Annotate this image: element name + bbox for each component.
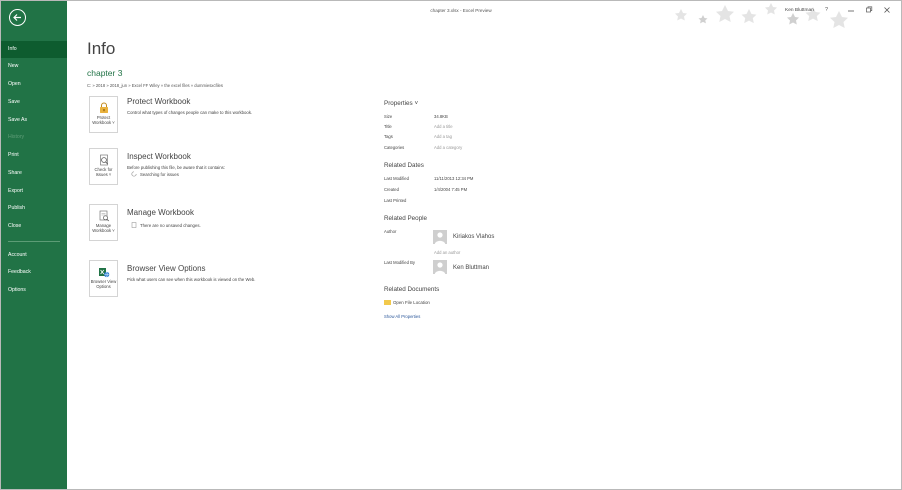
lock-icon	[100, 102, 108, 113]
page-title: Info	[87, 39, 116, 58]
close-window-icon[interactable]	[881, 5, 893, 15]
document-path-breadcrumb[interactable]: C: » 2018 » 2018_jun » Excel FF Wiley » …	[87, 83, 223, 88]
minimize-icon[interactable]	[845, 5, 857, 15]
check-for-issues-button-label: Check for Issues ˅	[94, 167, 113, 177]
sidebar-item-feedback[interactable]: Feedback	[1, 264, 67, 281]
manage-workbook-status-text: There are no unsaved changes.	[140, 223, 201, 228]
last-modified-by-label: Last Modified By	[384, 260, 415, 265]
open-file-location-label: Open File Location	[393, 300, 430, 305]
backstage-sidebar: Info New Open Save Save As History Print…	[1, 1, 67, 489]
sidebar-item-account[interactable]: Account	[1, 247, 67, 264]
manage-workbook-icon	[99, 210, 110, 222]
browser-view-options-button[interactable]: Browser View Options	[89, 260, 118, 297]
document-name: chapter 3	[87, 68, 123, 78]
property-label-size: Size	[384, 114, 393, 119]
window-title: chapter 3.xlsx - Excel Preview	[430, 8, 492, 13]
signed-in-user[interactable]: Ken Bluttman	[785, 8, 814, 13]
check-for-issues-button[interactable]: Check for Issues ˅	[89, 148, 118, 185]
date-label-created: Created	[384, 187, 399, 192]
protect-workbook-description: Control what types of changes people can…	[127, 110, 253, 115]
property-input-categories[interactable]: Add a category	[434, 145, 462, 150]
manage-workbook-button[interactable]: Manage Workbook ˅	[89, 204, 118, 241]
sidebar-item-new[interactable]: New	[1, 58, 67, 75]
sidebar-item-save-as[interactable]: Save As	[1, 112, 67, 129]
manage-workbook-button-label: Manage Workbook ˅	[92, 223, 115, 233]
document-icon	[131, 222, 137, 228]
sidebar-item-close[interactable]: Close	[1, 218, 67, 235]
browser-view-options-heading: Browser View Options	[127, 264, 206, 273]
open-file-location-link[interactable]: Open File Location	[384, 300, 430, 305]
related-documents-heading: Related Documents	[384, 286, 440, 293]
sidebar-item-export[interactable]: Export	[1, 183, 67, 200]
date-label-last-modified: Last Modified	[384, 176, 409, 181]
browser-view-options-button-label: Browser View Options	[90, 279, 117, 289]
author-name[interactable]: Kiriakos Vlahos	[453, 234, 494, 240]
sidebar-item-open[interactable]: Open	[1, 76, 67, 93]
avatar	[433, 230, 447, 244]
manage-workbook-heading: Manage Workbook	[127, 208, 194, 217]
sidebar-item-history: History	[8, 134, 25, 140]
author-label: Author	[384, 229, 397, 234]
sidebar-item-share[interactable]: Share	[1, 165, 67, 182]
property-label-title: Title	[384, 124, 392, 129]
inspect-document-icon	[100, 154, 108, 166]
sidebar-item-save[interactable]: Save	[1, 94, 67, 111]
excel-web-icon	[99, 268, 110, 278]
property-label-tags: Tags	[384, 134, 393, 139]
inspect-workbook-description: Before publishing this file, be aware th…	[127, 165, 225, 170]
avatar	[433, 260, 447, 274]
date-label-last-printed: Last Printed	[384, 198, 407, 203]
loading-spinner-icon	[131, 171, 137, 177]
sidebar-item-info[interactable]: Info	[1, 41, 67, 58]
sidebar-divider	[8, 241, 60, 242]
sidebar-item-publish[interactable]: Publish	[1, 200, 67, 217]
related-dates-heading: Related Dates	[384, 162, 424, 169]
inspect-workbook-heading: Inspect Workbook	[127, 152, 191, 161]
inspect-status-text: Searching for issues	[140, 172, 179, 177]
property-input-tags[interactable]: Add a tag	[434, 134, 452, 139]
date-value-created: 1/4/2004 7:45 PM	[434, 187, 468, 192]
folder-icon	[384, 300, 391, 305]
add-author-input[interactable]: Add an author	[434, 250, 460, 255]
excel-backstage-window: Info New Open Save Save As History Print…	[0, 0, 902, 490]
sidebar-item-print[interactable]: Print	[1, 147, 67, 164]
properties-dropdown[interactable]: Properties ˅	[384, 100, 418, 107]
related-people-heading: Related People	[384, 215, 428, 222]
protect-workbook-button-label: Protect Workbook ˅	[92, 115, 115, 125]
property-label-categories: Categories	[384, 145, 405, 150]
title-bar-stars-decoration	[675, 3, 848, 28]
date-value-last-modified: 11/11/2013 12:34 PM	[434, 176, 474, 181]
protect-workbook-heading: Protect Workbook	[127, 97, 191, 106]
back-arrow-icon[interactable]	[9, 9, 26, 26]
property-input-title[interactable]: Add a title	[434, 124, 453, 129]
sidebar-item-options[interactable]: Options	[1, 282, 67, 299]
protect-workbook-button[interactable]: Protect Workbook ˅	[89, 96, 118, 133]
last-modified-by-name[interactable]: Ken Bluttman	[453, 265, 489, 271]
show-all-properties-link[interactable]: Show All Properties	[384, 314, 420, 319]
property-value-size: 34.8KB	[434, 114, 448, 119]
browser-view-options-description: Pick what users can see when this workbo…	[127, 277, 256, 282]
restore-icon[interactable]	[863, 5, 875, 15]
help-button[interactable]: ?	[825, 7, 828, 13]
